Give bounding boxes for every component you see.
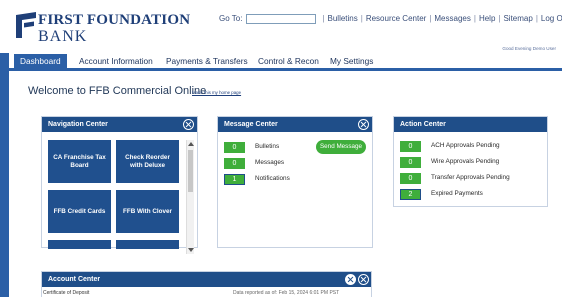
resource-center-link[interactable]: Resource Center — [366, 14, 426, 23]
sitemap-link[interactable]: Sitemap — [503, 14, 532, 23]
scroll-thumb[interactable] — [188, 150, 193, 192]
brand-name-line1: FIRST FOUNDATION — [38, 12, 191, 28]
list-item[interactable]: 0 Wire Approvals Pending — [400, 157, 540, 168]
account-row-label: Certificate of Deposit — [43, 290, 90, 296]
expired-payments-label: Expired Payments — [431, 190, 483, 197]
send-message-button[interactable]: Send Message — [316, 140, 366, 154]
bulletins-count: 0 — [224, 142, 245, 153]
list-item[interactable]: 1 Notifications — [224, 174, 314, 185]
tab-account-information[interactable]: Account Information — [79, 54, 153, 68]
help-link[interactable]: Help — [479, 14, 495, 23]
bulletins-link[interactable]: Bulletins — [328, 14, 358, 23]
transfer-approvals-label: Transfer Approvals Pending — [431, 174, 510, 181]
close-icon[interactable] — [358, 274, 369, 285]
top-utility-nav: Go To: | Bulletins | Resource Center | Message… — [219, 14, 562, 24]
logo-mark-icon — [16, 12, 36, 38]
account-center-title: Account Center — [42, 272, 371, 287]
message-center-panel: Message Center 0 Bulletins 0 Messages 1 … — [217, 116, 373, 248]
close-icon[interactable] — [183, 119, 194, 130]
notifications-label: Notifications — [255, 175, 290, 182]
tile-ffb-credit-cards[interactable]: FFB Credit Cards — [48, 190, 111, 233]
tile-partial[interactable] — [48, 240, 111, 249]
scroll-up-icon[interactable] — [188, 142, 194, 146]
notifications-count: 1 — [224, 174, 245, 185]
goto-label: Go To: — [219, 14, 243, 24]
messages-count: 0 — [224, 158, 245, 169]
settings-close-icon[interactable] — [345, 274, 356, 285]
tab-my-settings[interactable]: My Settings — [330, 54, 373, 68]
page-title: Welcome to FFB Commercial Online — [28, 85, 207, 97]
message-center-title: Message Center — [218, 117, 372, 132]
action-center-panel: Action Center 0 ACH Approvals Pending 0 … — [393, 116, 548, 207]
make-home-page-link[interactable]: Make this my home page — [192, 90, 241, 95]
navigation-center-title: Navigation Center — [42, 117, 197, 132]
action-center-title: Action Center — [394, 117, 547, 132]
goto-input[interactable] — [246, 14, 317, 24]
messages-link[interactable]: Messages — [434, 14, 470, 23]
tab-payments-transfers[interactable]: Payments & Transfers — [166, 54, 248, 68]
tab-dashboard[interactable]: Dashboard — [14, 54, 67, 68]
scroll-down-icon[interactable] — [188, 248, 194, 252]
greeting-text: Good Evening Demo User — [502, 46, 556, 51]
tile-partial[interactable] — [116, 240, 179, 249]
ach-approvals-label: ACH Approvals Pending — [431, 142, 500, 149]
wire-approvals-label: Wire Approvals Pending — [431, 158, 500, 165]
data-reported-date: Data reported as of: Feb 15, 2024 6:01 P… — [233, 290, 340, 296]
expired-payments-count: 2 — [400, 189, 421, 200]
list-item[interactable]: 0 Messages — [224, 158, 314, 169]
navigation-center-panel: Navigation Center CA Franchise Tax Board… — [41, 116, 198, 254]
ach-approvals-count: 0 — [400, 141, 421, 152]
tab-control-recon[interactable]: Control & Recon — [258, 54, 319, 68]
tile-ca-franchise-tax-board[interactable]: CA Franchise Tax Board — [48, 140, 111, 183]
list-item[interactable]: 0 Bulletins — [224, 142, 314, 153]
main-tab-bar: Dashboard Account Information Payments &… — [9, 54, 562, 71]
list-item[interactable]: 0 Transfer Approvals Pending — [400, 173, 540, 184]
wire-approvals-count: 0 — [400, 157, 421, 168]
bank-logo[interactable]: FIRST FOUNDATION BANK — [16, 10, 190, 46]
brand-name-line2: BANK — [38, 28, 88, 45]
log-off-link[interactable]: Log Off — [541, 14, 562, 23]
close-icon[interactable] — [358, 119, 369, 130]
tile-ffb-with-clover[interactable]: FFB With Clover — [116, 190, 179, 233]
bulletins-label: Bulletins — [255, 143, 280, 150]
left-accent-bar — [0, 53, 9, 297]
list-item[interactable]: 2 Expired Payments — [400, 189, 540, 200]
tile-check-reorder[interactable]: Check Reorder with Deluxe — [116, 140, 179, 183]
transfer-approvals-count: 0 — [400, 173, 421, 184]
list-item[interactable]: 0 ACH Approvals Pending — [400, 141, 540, 152]
messages-label: Messages — [255, 159, 285, 166]
navigation-scrollbar[interactable] — [186, 140, 194, 254]
